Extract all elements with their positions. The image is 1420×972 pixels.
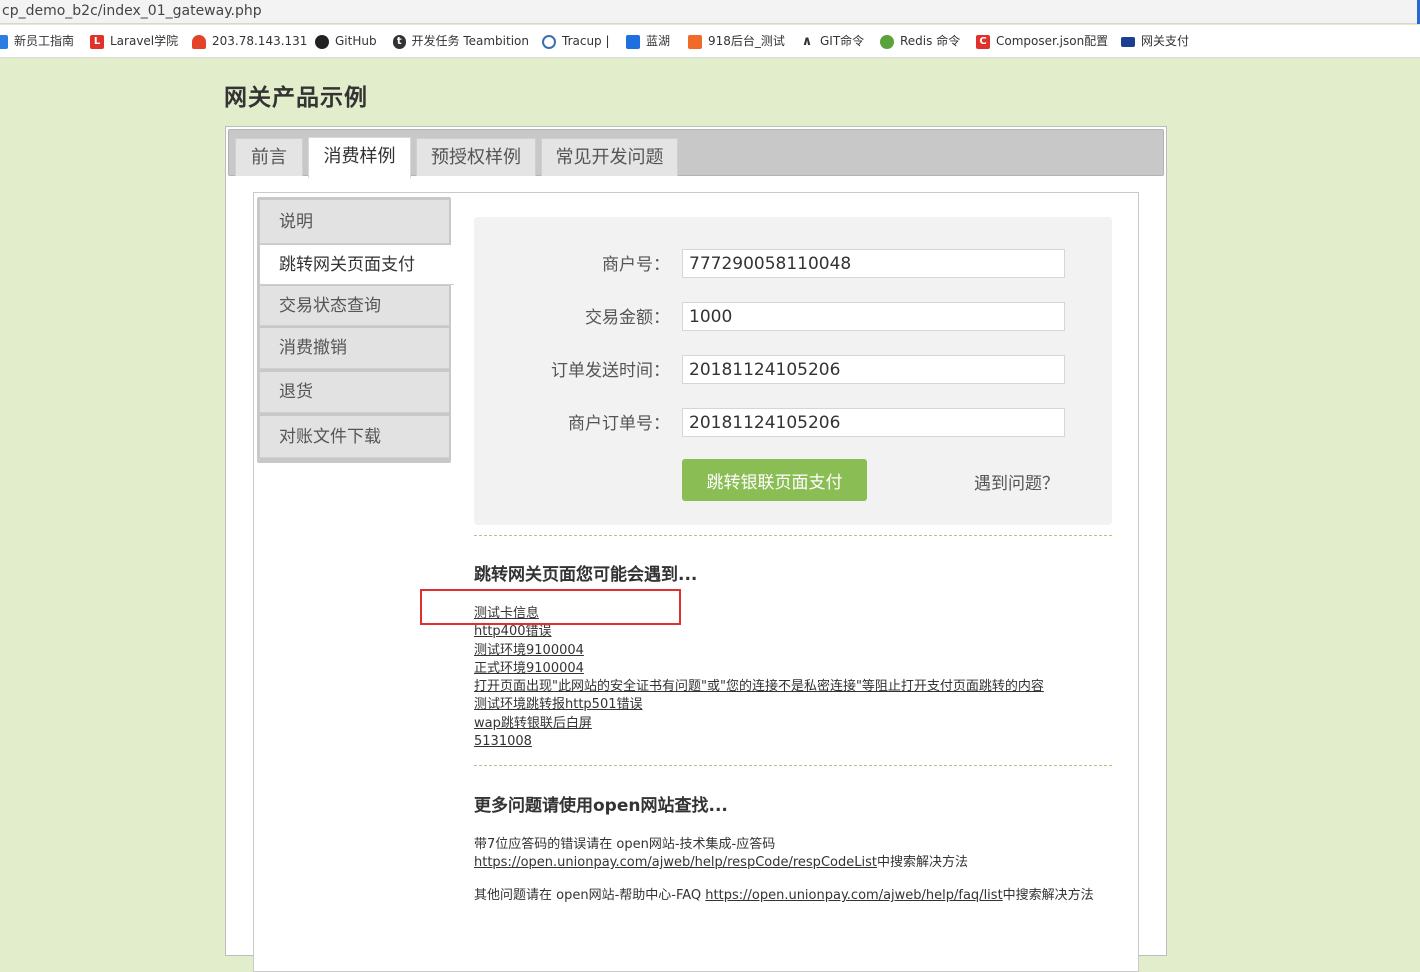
bookmark-item[interactable]: Tracup |: [542, 25, 610, 58]
tab-preauth-sample[interactable]: 预授权样例: [416, 138, 536, 176]
faq-link-test-9100004[interactable]: 测试环境9100004: [474, 642, 1044, 660]
resp-code-paragraph: 带7位应答码的错误请在 open网站-技术集成-应答码 https://open…: [474, 836, 1114, 872]
bookmark-item[interactable]: 918后台_测试: [688, 25, 785, 58]
sidenav-item-refund[interactable]: 退货: [260, 372, 449, 413]
tab-dev-faq[interactable]: 常见开发问题: [541, 138, 678, 176]
tab-bar: 前言 消费样例 预授权样例 常见开发问题: [228, 129, 1164, 178]
merchant-id-label: 商户号：: [602, 255, 670, 275]
bookmarks-bar: 新员工指南 L Laravel学院 203.78.143.131 GitHub …: [0, 25, 1420, 58]
bookmark-label: 新员工指南: [14, 34, 75, 48]
order-id-input[interactable]: [682, 408, 1065, 437]
bookmark-item[interactable]: 网关支付: [1121, 25, 1189, 58]
bookmark-label: 203.78.143.131: [212, 34, 308, 48]
faq-text: 其他问题请在 open网站-帮助中心-FAQ: [474, 888, 706, 903]
bookmark-label: Laravel学院: [110, 34, 179, 48]
faq-paragraph: 其他问题请在 open网站-帮助中心-FAQ https://open.unio…: [474, 887, 1114, 905]
faq-site-link[interactable]: https://open.unionpay.com/ajweb/help/faq…: [705, 888, 1002, 903]
faq-link-cert-warning[interactable]: 打开页面出现"此网站的安全证书有问题"或"您的连接不是私密连接"等阻止打开支付页…: [474, 678, 1044, 696]
git-icon: ∧: [801, 33, 813, 49]
sidenav-item-reconcile-download[interactable]: 对账文件下载: [260, 416, 449, 458]
redis-icon: [880, 34, 894, 49]
faq-links: 测试卡信息 http400错误 测试环境9100004 正式环境9100004 …: [474, 605, 1044, 751]
bookmark-item[interactable]: 203.78.143.131: [192, 25, 307, 58]
resp-code-suffix: 中搜索解决方法: [876, 855, 968, 870]
bookmark-item[interactable]: t 开发任务 Teambition: [393, 25, 529, 58]
url-text: cp_demo_b2c/index_01_gateway.php: [2, 3, 262, 19]
laravel-icon: L: [90, 34, 104, 49]
more-title: 更多问题请使用open网站查找...: [474, 796, 728, 816]
order-id-label: 商户订单号：: [568, 414, 670, 434]
submit-pay-button[interactable]: 跳转银联页面支付: [682, 459, 867, 501]
bookmark-label: 开发任务 Teambition: [411, 34, 529, 48]
order-time-label: 订单发送时间：: [551, 361, 670, 381]
tab-consume-sample[interactable]: 消费样例: [308, 137, 411, 178]
bookmark-label: 918后台_测试: [708, 34, 785, 48]
bookmark-item[interactable]: 新员工指南: [0, 25, 74, 58]
bookmark-item[interactable]: C Composer.json配置: [976, 25, 1108, 58]
address-bar[interactable]: cp_demo_b2c/index_01_gateway.php: [0, 0, 1420, 24]
sidenav-item-status-query[interactable]: 交易状态查询: [260, 286, 449, 326]
order-time-input[interactable]: [682, 355, 1065, 384]
divider: [474, 535, 1112, 536]
sidenav-item-gateway-pay[interactable]: 跳转网关页面支付: [260, 245, 454, 285]
bookmark-icon: [0, 34, 8, 49]
main-panel: 前言 消费样例 预授权样例 常见开发问题 说明 跳转网关页面支付 交易状态查询 …: [225, 126, 1167, 972]
bookmark-item[interactable]: Redis 命令: [880, 25, 960, 58]
sidenav-item-intro[interactable]: 说明: [260, 200, 449, 244]
amount-label: 交易金额：: [585, 308, 670, 328]
faq-title: 跳转网关页面您可能会遇到...: [474, 565, 698, 585]
highlight-box: [420, 589, 681, 625]
bookmark-item[interactable]: 蓝湖: [626, 25, 670, 58]
amount-input[interactable]: [682, 302, 1065, 331]
card-icon: [1121, 36, 1135, 47]
bookmark-label: GIT命令: [820, 34, 865, 48]
admin-icon: [688, 34, 702, 49]
problem-link[interactable]: 遇到问题？: [974, 469, 1059, 494]
bookmark-label: Tracup |: [562, 34, 610, 48]
bookmark-label: GitHub: [335, 34, 377, 48]
bookmark-label: Redis 命令: [900, 34, 961, 48]
divider: [474, 765, 1112, 766]
tracup-icon: [542, 34, 556, 49]
faq-link-5131008[interactable]: 5131008: [474, 733, 1044, 751]
merchant-id-input[interactable]: [682, 249, 1065, 278]
tab-preface[interactable]: 前言: [235, 138, 303, 176]
composer-icon: C: [976, 34, 990, 49]
bookmark-label: 蓝湖: [646, 34, 671, 48]
bookmark-label: Composer.json配置: [996, 34, 1109, 48]
bookmark-item[interactable]: GitHub: [315, 25, 377, 58]
side-nav: 说明 跳转网关页面支付 交易状态查询 消费撤销 退货 对账文件下载: [257, 197, 454, 463]
sidenav-item-revoke[interactable]: 消费撤销: [260, 328, 449, 369]
resp-code-link[interactable]: https://open.unionpay.com/ajweb/help/res…: [474, 855, 877, 870]
bookmark-item[interactable]: L Laravel学院: [90, 25, 178, 58]
faq-link-prod-9100004[interactable]: 正式环境9100004: [474, 660, 1044, 678]
bookmark-item[interactable]: ∧ GIT命令: [800, 25, 864, 58]
faq-link-http501[interactable]: 测试环境跳转报http501错误: [474, 696, 1044, 714]
gitlab-icon: [192, 34, 206, 49]
faq-suffix: 中搜索解决方法: [1002, 888, 1094, 903]
payment-form: 商户号： 交易金额： 订单发送时间： 商户订单号： 跳转银联页面支付 遇到问题？: [474, 217, 1112, 525]
github-icon: [315, 34, 329, 49]
resp-code-text: 带7位应答码的错误请在 open网站-技术集成-应答码: [474, 837, 776, 852]
content-panel: 说明 跳转网关页面支付 交易状态查询 消费撤销 退货 对账文件下载 商户号： 交…: [253, 192, 1139, 972]
lanhu-icon: [626, 34, 640, 49]
teambition-icon: t: [393, 34, 406, 49]
faq-link-http400[interactable]: http400错误: [474, 623, 1044, 641]
faq-link-wap-white-screen[interactable]: wap跳转银联后白屏: [474, 715, 1044, 733]
page-title: 网关产品示例: [224, 85, 368, 111]
bookmark-label: 网关支付: [1141, 34, 1190, 48]
